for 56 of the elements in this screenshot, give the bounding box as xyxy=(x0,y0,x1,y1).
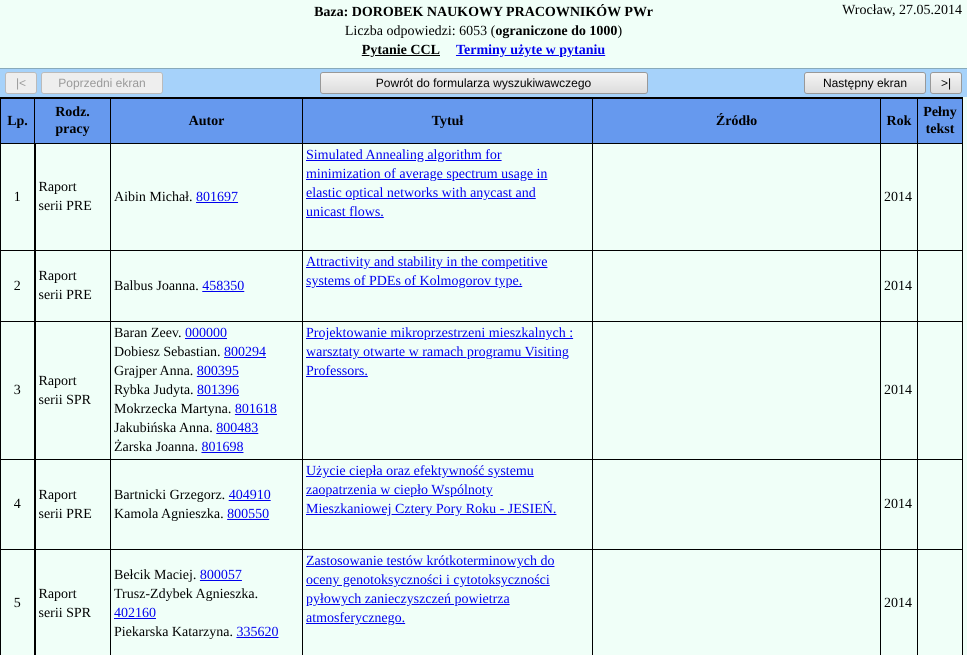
author-name: Bartnicki Grzegorz. xyxy=(114,488,226,502)
year-cell: 2014 xyxy=(880,460,918,550)
column-header: Rodz. pracy xyxy=(34,98,110,144)
nav-button[interactable]: >| xyxy=(930,72,962,94)
author-name: Balbus Joanna. xyxy=(114,278,199,294)
author-name: Żarska Joanna. xyxy=(114,440,198,455)
author-name: Baran Zeev. xyxy=(114,326,182,341)
year-cell: 2014 xyxy=(880,250,918,322)
author-id-link[interactable]: 801698 xyxy=(201,440,244,455)
column-header: Źródło xyxy=(592,98,880,144)
type-cell: Raport serii SPR xyxy=(34,322,110,460)
author-id-link[interactable]: 800395 xyxy=(196,364,239,379)
author-id-link[interactable]: 404910 xyxy=(228,488,271,502)
author-id-link[interactable]: 458350 xyxy=(202,278,244,294)
row-number: 2 xyxy=(0,250,34,322)
author-id-link[interactable]: 801618 xyxy=(234,402,277,417)
nav-button[interactable]: Następny ekran xyxy=(804,72,926,94)
column-header: Lp. xyxy=(0,98,34,144)
column-header: Autor xyxy=(110,98,302,144)
header-link[interactable]: Pytanie CCL xyxy=(362,41,440,60)
author-id-link[interactable]: 800057 xyxy=(200,568,242,582)
year-cell: 2014 xyxy=(880,144,918,250)
year-cell: 2014 xyxy=(880,322,918,460)
column-header: Rok xyxy=(880,98,918,144)
author-id-link[interactable]: 801396 xyxy=(197,383,240,398)
row-number: 1 xyxy=(0,144,34,250)
type-cell: Raport serii PRE xyxy=(34,460,110,550)
column-header: Pełny tekst xyxy=(918,98,962,144)
database-title: Baza: DOROBEK NAUKOWY PRACOWNIKÓW PWr xyxy=(314,3,653,22)
author-name: Rybka Judyta. xyxy=(114,383,194,398)
author-name: Jakubińska Anna. xyxy=(114,421,213,436)
row-number: 3 xyxy=(0,322,34,460)
type-cell: Raport serii PRE xyxy=(34,250,110,322)
back-to-form-button[interactable]: Powrót do formularza wyszukiwawczego xyxy=(320,72,648,94)
author-id-link[interactable]: 335620 xyxy=(236,624,278,640)
result-count: Liczba odpowiedzi: 6053 (ograniczone do 1000) xyxy=(344,23,622,41)
author-id-link[interactable]: 800550 xyxy=(227,506,270,522)
author-name: Grajper Anna. xyxy=(114,364,194,379)
author-name: Aibin Michał. xyxy=(114,190,193,204)
author-name: Piekarska Katarzyna. xyxy=(114,624,233,640)
column-header: Tytuł xyxy=(302,98,592,144)
author-name: Kamola Agnieszka. xyxy=(114,506,224,522)
author-name: Mokrzecka Martyna. xyxy=(114,402,232,417)
row-number: 4 xyxy=(0,460,34,550)
author-id-link[interactable]: 800483 xyxy=(216,421,258,436)
author-name: Bełcik Maciej. xyxy=(114,568,196,582)
author-name: Trusz-Zdybek Agnieszka. xyxy=(114,586,258,602)
header-link[interactable]: Terminy użyte w pytaniu xyxy=(456,41,606,60)
author-id-link[interactable]: 800294 xyxy=(224,345,266,360)
type-cell: Raport serii PRE xyxy=(34,144,110,250)
date-text: Wrocław, 27.05.2014 xyxy=(842,3,962,19)
row-number: 5 xyxy=(0,550,34,655)
author-id-link[interactable]: 801697 xyxy=(196,190,238,204)
author-id-link[interactable]: 000000 xyxy=(185,326,227,341)
author-name: Dobiesz Sebastian. xyxy=(114,345,221,360)
author-id-link[interactable]: 402160 xyxy=(114,606,156,620)
